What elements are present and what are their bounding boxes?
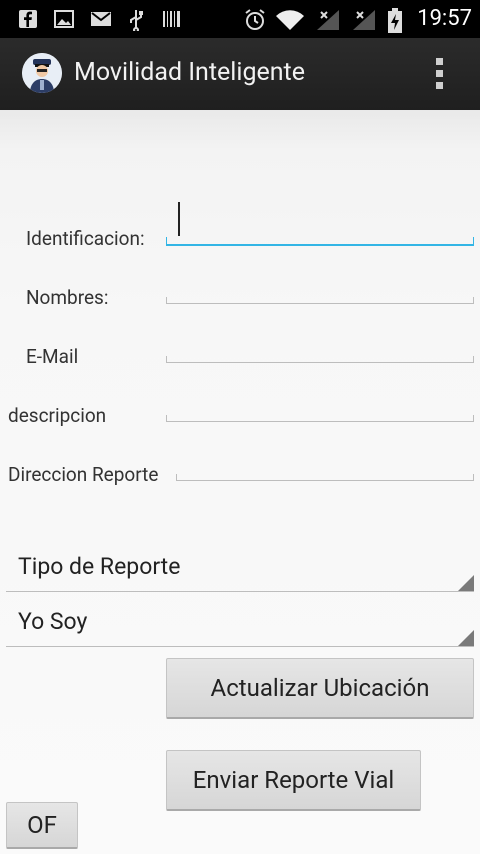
nombres-input[interactable]	[166, 293, 474, 304]
overflow-menu-icon[interactable]	[436, 58, 444, 90]
wifi-icon	[275, 8, 305, 30]
nombres-label: Nombres:	[26, 286, 109, 309]
battery-charging-icon	[387, 7, 403, 33]
gmail-icon	[90, 9, 112, 31]
direccion-label: Direccion Reporte	[8, 463, 159, 486]
police-avatar-icon[interactable]	[22, 53, 62, 93]
actualizar-ubicacion-button[interactable]: Actualizar Ubicación	[166, 658, 474, 719]
alarm-icon	[243, 8, 265, 30]
email-label: E-Mail	[26, 345, 79, 368]
dropdown-arrow-icon	[458, 575, 474, 591]
barcode-icon	[162, 9, 184, 31]
dropdown-arrow-icon	[458, 630, 474, 646]
tipo-reporte-spinner[interactable]: Tipo de Reporte	[6, 551, 474, 592]
yo-soy-value: Yo Soy	[18, 608, 88, 635]
identificacion-input[interactable]	[166, 234, 474, 246]
identificacion-label: Identificacion:	[26, 227, 145, 250]
text-cursor	[178, 202, 180, 236]
signal-icon	[315, 8, 341, 30]
report-form: Identificacion: Nombres: E-Mail descripc…	[0, 110, 480, 854]
enviar-reporte-button[interactable]: Enviar Reporte Vial	[166, 750, 421, 811]
descripcion-label: descripcion	[8, 404, 107, 427]
direccion-input[interactable]	[176, 470, 474, 481]
status-bar: 19:57	[0, 0, 480, 38]
tipo-reporte-value: Tipo de Reporte	[18, 553, 181, 580]
status-time: 19:57	[417, 6, 472, 31]
signal-icon	[351, 8, 377, 30]
descripcion-input[interactable]	[166, 411, 474, 422]
usb-icon	[126, 9, 148, 33]
facebook-icon	[18, 9, 40, 31]
email-input[interactable]	[166, 352, 474, 363]
image-icon	[54, 9, 76, 31]
of-button[interactable]: OF	[6, 802, 78, 849]
action-bar: Movilidad Inteligente	[0, 38, 480, 110]
app-title: Movilidad Inteligente	[74, 58, 305, 87]
yo-soy-spinner[interactable]: Yo Soy	[6, 606, 474, 647]
